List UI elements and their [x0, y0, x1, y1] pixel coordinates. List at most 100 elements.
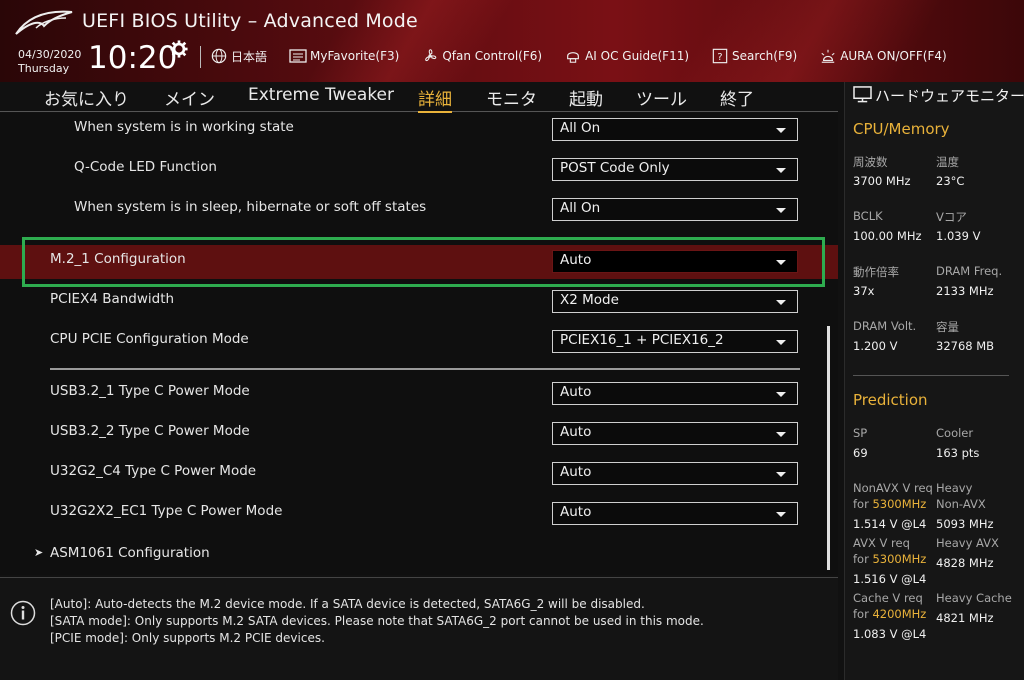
- monitor-divider: [853, 375, 1009, 376]
- toolbar: 日本語 MyFavorite(F3) Qfan Control(F6) AI O…: [210, 46, 969, 66]
- qfan-control-button[interactable]: Qfan Control(F6): [421, 48, 542, 64]
- setting-row-u32g2x2-ec1-typec[interactable]: U32G2X2_EC1 Type C Power Mode Auto: [0, 497, 838, 531]
- ai-oc-guide-button[interactable]: AI OC Guide(F11): [564, 48, 689, 64]
- sp-label: SP: [853, 426, 868, 440]
- setting-row-qcode-led[interactable]: Q-Code LED Function POST Code Only: [0, 153, 838, 187]
- question-box-icon: ?: [712, 48, 728, 64]
- main-menu-tabs: お気に入り メイン Extreme Tweaker 詳細 モニタ 起動 ツール …: [0, 82, 838, 113]
- nonavx-vreq-value: 1.514 V @L4: [853, 517, 927, 531]
- dram-volt-label: DRAM Volt.: [853, 319, 917, 333]
- tab-main[interactable]: メイン: [164, 85, 215, 110]
- for-text: for: [853, 607, 873, 621]
- setting-label: CPU PCIE Configuration Mode: [50, 331, 249, 347]
- myfavorite-button[interactable]: MyFavorite(F3): [289, 48, 399, 64]
- dropdown-value: POST Code Only: [560, 160, 670, 176]
- temp-value: 23°C: [936, 174, 965, 188]
- language-button[interactable]: 日本語: [210, 48, 267, 65]
- submenu-arrow-icon: ➤: [34, 546, 44, 559]
- chevron-down-icon: [776, 300, 786, 305]
- avx-vreq-label: AVX V req: [853, 536, 910, 550]
- chevron-down-icon: [776, 472, 786, 477]
- search-button[interactable]: ? Search(F9): [711, 48, 797, 64]
- for-text: for: [853, 497, 873, 511]
- heavy-avx-label: Heavy AVX: [936, 536, 999, 550]
- tab-monitor[interactable]: モニタ: [486, 85, 537, 110]
- setting-label: USB3.2_2 Type C Power Mode: [50, 423, 250, 439]
- settings-list: When system is in working state All On Q…: [0, 113, 838, 575]
- ratio-label: 動作倍率: [853, 265, 899, 279]
- tab-boot[interactable]: 起動: [569, 85, 603, 110]
- dropdown-value: All On: [560, 120, 601, 136]
- dropdown-value: Auto: [560, 252, 592, 268]
- monitor-title: ハードウェアモニター: [853, 86, 1024, 105]
- tab-tool[interactable]: ツール: [636, 85, 687, 110]
- tab-exit[interactable]: 終了: [720, 85, 754, 110]
- usb32-2-typec-dropdown[interactable]: Auto: [552, 422, 798, 445]
- nonavx-vreq-label: NonAVX V req: [853, 481, 933, 495]
- info-icon: [10, 600, 36, 626]
- dropdown-value: Auto: [560, 384, 592, 400]
- submenu-asm1061-config[interactable]: ➤ ASM1061 Configuration: [0, 537, 838, 571]
- tab-advanced[interactable]: 詳細: [418, 85, 452, 113]
- setting-row-pciex4-bandwidth[interactable]: PCIEX4 Bandwidth X2 Mode: [0, 285, 838, 319]
- sleep-state-dropdown[interactable]: All On: [552, 198, 798, 221]
- working-state-dropdown[interactable]: All On: [552, 118, 798, 141]
- capacity-label: 容量: [936, 320, 959, 334]
- nonavx-freq: 5300MHz: [872, 497, 927, 511]
- m2-1-config-dropdown[interactable]: Auto: [552, 250, 798, 273]
- u32g2x2-ec1-typec-dropdown[interactable]: Auto: [552, 502, 798, 525]
- monitor-title-text: ハードウェアモニター: [875, 87, 1024, 105]
- sp-value: 69: [853, 446, 868, 460]
- help-line-sata: [SATA mode]: Only supports M.2 SATA devi…: [50, 614, 704, 628]
- setting-label: When system is in sleep, hibernate or so…: [74, 199, 427, 215]
- tab-extreme-tweaker[interactable]: Extreme Tweaker: [248, 85, 394, 105]
- vcore-label: Vコア: [936, 210, 967, 224]
- cooler-value: 163 pts: [936, 446, 980, 460]
- dram-freq-value: 2133 MHz: [936, 284, 994, 298]
- setting-row-usb32-1-typec[interactable]: USB3.2_1 Type C Power Mode Auto: [0, 377, 838, 411]
- settings-scrollbar[interactable]: [827, 326, 830, 570]
- cpu-pcie-mode-dropdown[interactable]: PCIEX16_1 + PCIEX16_2: [552, 330, 798, 353]
- favorite-list-icon: [289, 49, 307, 63]
- avx-for-label: for 5300MHz: [853, 552, 926, 566]
- chevron-down-icon: [776, 208, 786, 213]
- tab-favorites[interactable]: お気に入り: [44, 85, 129, 110]
- help-line-auto: [Auto]: Auto-detects the M.2 device mode…: [50, 597, 645, 611]
- setting-label: USB3.2_1 Type C Power Mode: [50, 383, 250, 399]
- heavy-nonavx-value: 5093 MHz: [936, 517, 994, 531]
- dropdown-value: Auto: [560, 424, 592, 440]
- setting-row-cpu-pcie-mode[interactable]: CPU PCIE Configuration Mode PCIEX16_1 + …: [0, 325, 838, 359]
- chevron-down-icon: [776, 260, 786, 265]
- hardware-monitor-panel: ハードウェアモニター CPU/Memory 周波数 温度 3700 MHz 23…: [844, 82, 1024, 680]
- temp-label: 温度: [936, 155, 959, 169]
- ai-chip-icon: [567, 52, 579, 63]
- monitor-icon: [853, 86, 872, 103]
- bclk-value: 100.00 MHz: [853, 229, 922, 243]
- setting-row-m2-1-config[interactable]: M.2_1 Configuration Auto: [0, 245, 838, 279]
- setting-row-working-state[interactable]: When system is in working state All On: [0, 113, 838, 147]
- capacity-value: 32768 MB: [936, 339, 995, 353]
- chevron-down-icon: [776, 432, 786, 437]
- setting-label: U32G2_C4 Type C Power Mode: [50, 463, 257, 479]
- setting-row-u32g2-c4-typec[interactable]: U32G2_C4 Type C Power Mode Auto: [0, 457, 838, 491]
- qcode-led-dropdown[interactable]: POST Code Only: [552, 158, 798, 181]
- dram-freq-label: DRAM Freq.: [936, 264, 1003, 278]
- clock-time: 10:20: [88, 40, 178, 76]
- u32g2-c4-typec-dropdown[interactable]: Auto: [552, 462, 798, 485]
- usb32-1-typec-dropdown[interactable]: Auto: [552, 382, 798, 405]
- heavy-nonavx-label-1: Heavy: [936, 481, 973, 495]
- pciex4-bandwidth-dropdown[interactable]: X2 Mode: [552, 290, 798, 313]
- title-bar: UEFI BIOS Utility – Advanced Mode 04/30/…: [0, 0, 1024, 82]
- globe-icon: [211, 48, 227, 64]
- vcore-value: 1.039 V: [936, 229, 981, 243]
- language-label: 日本語: [231, 49, 268, 64]
- setting-label: When system is in working state: [74, 119, 294, 135]
- aura-toggle-button[interactable]: AURA ON/OFF(F4): [819, 48, 947, 64]
- setting-row-sleep-state[interactable]: When system is in sleep, hibernate or so…: [0, 193, 838, 227]
- setting-row-usb32-2-typec[interactable]: USB3.2_2 Type C Power Mode Auto: [0, 417, 838, 451]
- dropdown-value: Auto: [560, 464, 592, 480]
- dram-volt-value: 1.200 V: [853, 339, 898, 353]
- gear-icon[interactable]: [170, 40, 188, 58]
- setting-label: U32G2X2_EC1 Type C Power Mode: [50, 503, 283, 519]
- heavy-cache-value: 4821 MHz: [936, 611, 994, 625]
